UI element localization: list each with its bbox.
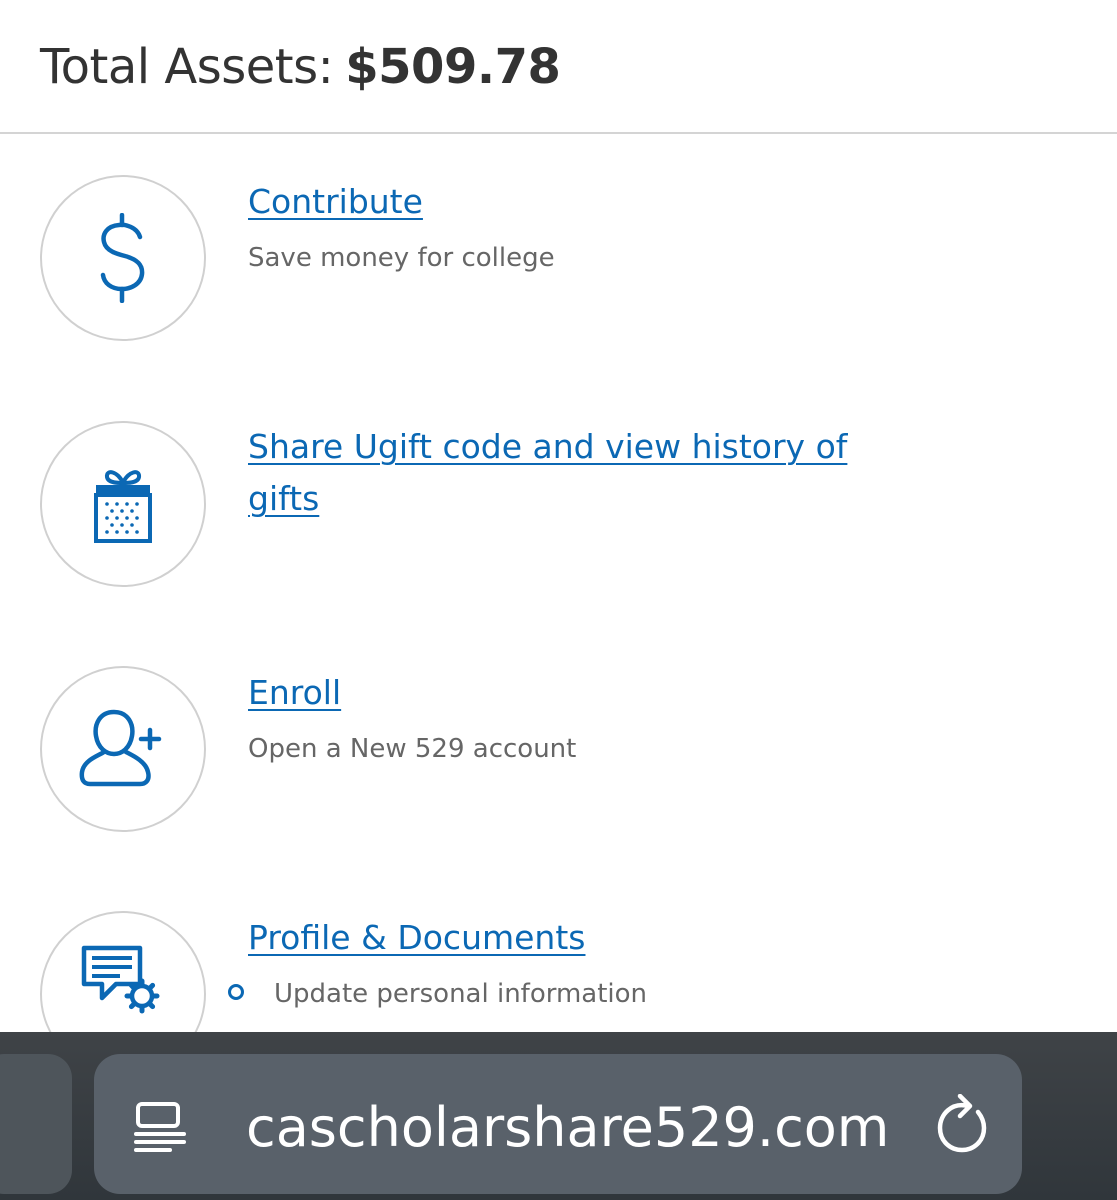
contribute-link[interactable]: Contribute xyxy=(248,176,908,228)
profile-link[interactable]: Profile & Documents xyxy=(248,912,908,964)
add-user-icon xyxy=(78,706,168,792)
page: Total Assets: $509.78 Contribute Save mo… xyxy=(0,0,1117,1200)
dollar-icon xyxy=(95,213,151,303)
total-assets-label: Total Assets: xyxy=(40,39,334,95)
total-assets-header: Total Assets: $509.78 xyxy=(0,0,1117,134)
enroll-description: Open a New 529 account xyxy=(248,734,577,764)
reader-mode-icon[interactable] xyxy=(134,1100,186,1156)
contribute-icon-circle[interactable] xyxy=(40,175,206,341)
contribute-description: Save money for college xyxy=(248,243,555,273)
previous-tab-stub[interactable] xyxy=(0,1054,72,1194)
ugift-link[interactable]: Share Ugift code and view history of gif… xyxy=(248,421,908,525)
total-assets-value: $509.78 xyxy=(345,39,561,95)
bullet-circle-icon xyxy=(228,984,244,1000)
reload-icon[interactable] xyxy=(934,1093,990,1158)
url-text[interactable]: cascholarshare529.com xyxy=(246,1096,889,1159)
enroll-link[interactable]: Enroll xyxy=(248,667,908,719)
ugift-icon-circle[interactable] xyxy=(40,421,206,587)
profile-bullet-item[interactable]: Update personal information xyxy=(274,976,647,1012)
gift-icon xyxy=(90,461,156,547)
enroll-icon-circle[interactable] xyxy=(40,666,206,832)
document-settings-icon xyxy=(76,942,166,1022)
